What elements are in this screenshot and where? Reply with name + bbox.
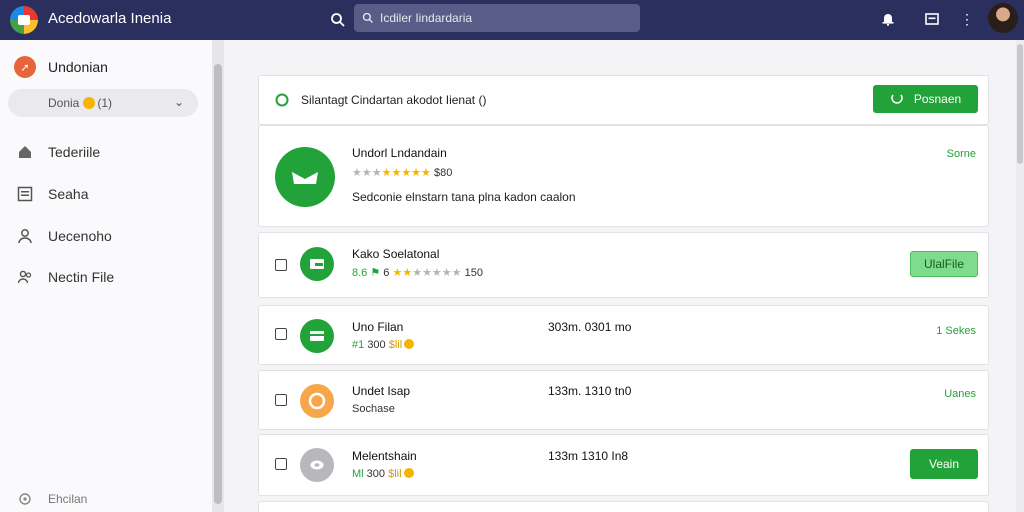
featured-card[interactable]: Undorl Lndandain ★★★★★★★★ $80 Sedconie e… (258, 125, 989, 227)
row-sub-prefix: Ml (352, 468, 364, 480)
app-logo-icon[interactable] (10, 6, 38, 34)
row-time: 133m. 1310 tn0 (548, 384, 632, 398)
check-circle-icon (275, 93, 289, 107)
bell-icon[interactable] (878, 9, 898, 29)
row-checkbox[interactable] (275, 394, 287, 406)
refresh-icon (890, 91, 904, 108)
user-icon (16, 227, 34, 245)
card-icon (300, 319, 334, 353)
search-value: Icdiler Iindardaria (380, 11, 473, 25)
main-scrollbar[interactable] (1016, 40, 1024, 512)
sidebar-item-label: Seaha (48, 186, 89, 202)
row-action-button[interactable]: UlalFile (910, 251, 978, 277)
row-time: 303m. 0301 mo (548, 320, 632, 334)
list-item[interactable]: Kako Soelatonal 8.6 ⚑ 6 ★★★★★★★ 150 Ulal… (258, 232, 989, 298)
list-icon (16, 185, 34, 203)
row-time: 133m 1310 In8 (548, 449, 629, 463)
sidebar-footer-label: Ehcilan (48, 492, 88, 506)
list-item[interactable] (258, 501, 989, 512)
chevron-down-icon: ⌄ (173, 95, 184, 109)
list-item[interactable]: Uno Filan #1 300 $lil 303m. 0301 mo 1 Se… (258, 305, 989, 365)
sidebar-item-tederiile[interactable]: Tederiile (16, 143, 100, 161)
window-icon[interactable] (922, 9, 942, 29)
main-scroll-thumb[interactable] (1017, 44, 1023, 164)
banner-button-label: Posnaen (913, 92, 962, 106)
row-sub-prefix: 8.6 (352, 267, 368, 279)
featured-description: Sedconie elnstarn tana plna kadon caalon (352, 190, 576, 204)
sidebar-brand[interactable]: ➚ Undonian (14, 56, 108, 78)
featured-status: Sorne (946, 148, 976, 160)
sidebar-item-seaha[interactable]: Seaha (16, 185, 88, 203)
row-subtitle: 8.6 ⚑ 6 ★★★★★★★ 150 (352, 267, 483, 279)
row-sub-mid: 6 (383, 267, 390, 279)
tag-icon (300, 448, 334, 482)
row-title: Undet Isap (352, 384, 411, 398)
banner-card: Silantagt Cindartan akodot Iienat () Pos… (258, 75, 989, 125)
row-sub-value: 300 (366, 468, 386, 480)
row-checkbox[interactable] (275, 458, 287, 470)
card-icon (300, 247, 334, 281)
sidebar-item-label: Nectin File (48, 269, 115, 285)
flag-icon: ⚑ (367, 267, 384, 279)
dropdown-value: Donia (48, 96, 80, 110)
search-input[interactable]: Icdiler Iindardaria (354, 4, 640, 32)
row-subtitle: Ml 300 $lil (352, 468, 414, 480)
banner-action-button[interactable]: Posnaen (873, 85, 978, 113)
row-checkbox[interactable] (275, 328, 287, 340)
featured-rating-value: $80 (433, 167, 453, 179)
sidebar-item-nectin-file[interactable]: Nectin File (16, 268, 114, 286)
row-title: Uno Filan (352, 320, 404, 334)
sidebar-scroll-thumb[interactable] (214, 64, 222, 504)
row-sub-prefix: #1 (352, 339, 365, 351)
mail-icon (275, 147, 335, 207)
row-subtitle: #1 300 $lil (352, 339, 415, 351)
coin-icon (83, 97, 96, 109)
more-vert-icon[interactable]: ⋮ (957, 9, 977, 29)
row-status: Uanes (944, 388, 976, 400)
brand-label: Undonian (48, 59, 108, 75)
search-icon[interactable] (324, 6, 352, 34)
featured-rating: ★★★★★★★★ $80 (352, 167, 453, 179)
list-item[interactable]: Undet Isap Sochase 133m. 1310 tn0 Uanes (258, 370, 989, 430)
dropdown-badge: (1) (97, 96, 113, 110)
row-sub-value: 150 (464, 267, 483, 279)
target-icon (300, 384, 334, 418)
sidebar-item-label: Uecenoho (48, 228, 112, 244)
row-action-button[interactable]: Veain (910, 449, 978, 479)
home-icon (16, 143, 34, 161)
account-dropdown[interactable]: Donia (1) ⌄ (8, 89, 198, 117)
coin-icon (404, 339, 415, 349)
banner-text: Silantagt Cindartan akodot Iienat () (301, 93, 487, 107)
brand-icon: ➚ (14, 56, 36, 78)
sidebar-scrollbar[interactable] (212, 40, 224, 512)
row-title: Kako Soelatonal (352, 247, 440, 261)
people-icon (16, 268, 34, 286)
coin-icon (403, 468, 414, 478)
avatar[interactable] (988, 3, 1018, 33)
top-bar: Acedowarla Inenia Icdiler Iindardaria ⋮ (0, 0, 1024, 40)
list-item[interactable]: Melentshain Ml 300 $lil 133m 1310 In8 Ve… (258, 434, 989, 496)
sidebar-footer[interactable]: Ehcilan (16, 490, 87, 508)
row-checkbox[interactable] (275, 259, 287, 271)
app-title: Acedowarla Inenia (48, 10, 172, 27)
sidebar-item-label: Tederiile (48, 144, 101, 160)
row-sub-value: 300 (367, 339, 386, 351)
row-status: 1 Sekes (936, 325, 976, 337)
settings-icon (16, 490, 34, 508)
search-field-icon (362, 12, 373, 23)
row-subtitle: Sochase (352, 403, 395, 415)
featured-title: Undorl Lndandain (352, 146, 447, 160)
row-sub-currency: $lil (388, 339, 403, 351)
row-sub-currency: $lil (388, 468, 402, 480)
row-title: Melentshain (352, 449, 417, 463)
sidebar-item-uecenoho[interactable]: Uecenoho (16, 227, 112, 245)
